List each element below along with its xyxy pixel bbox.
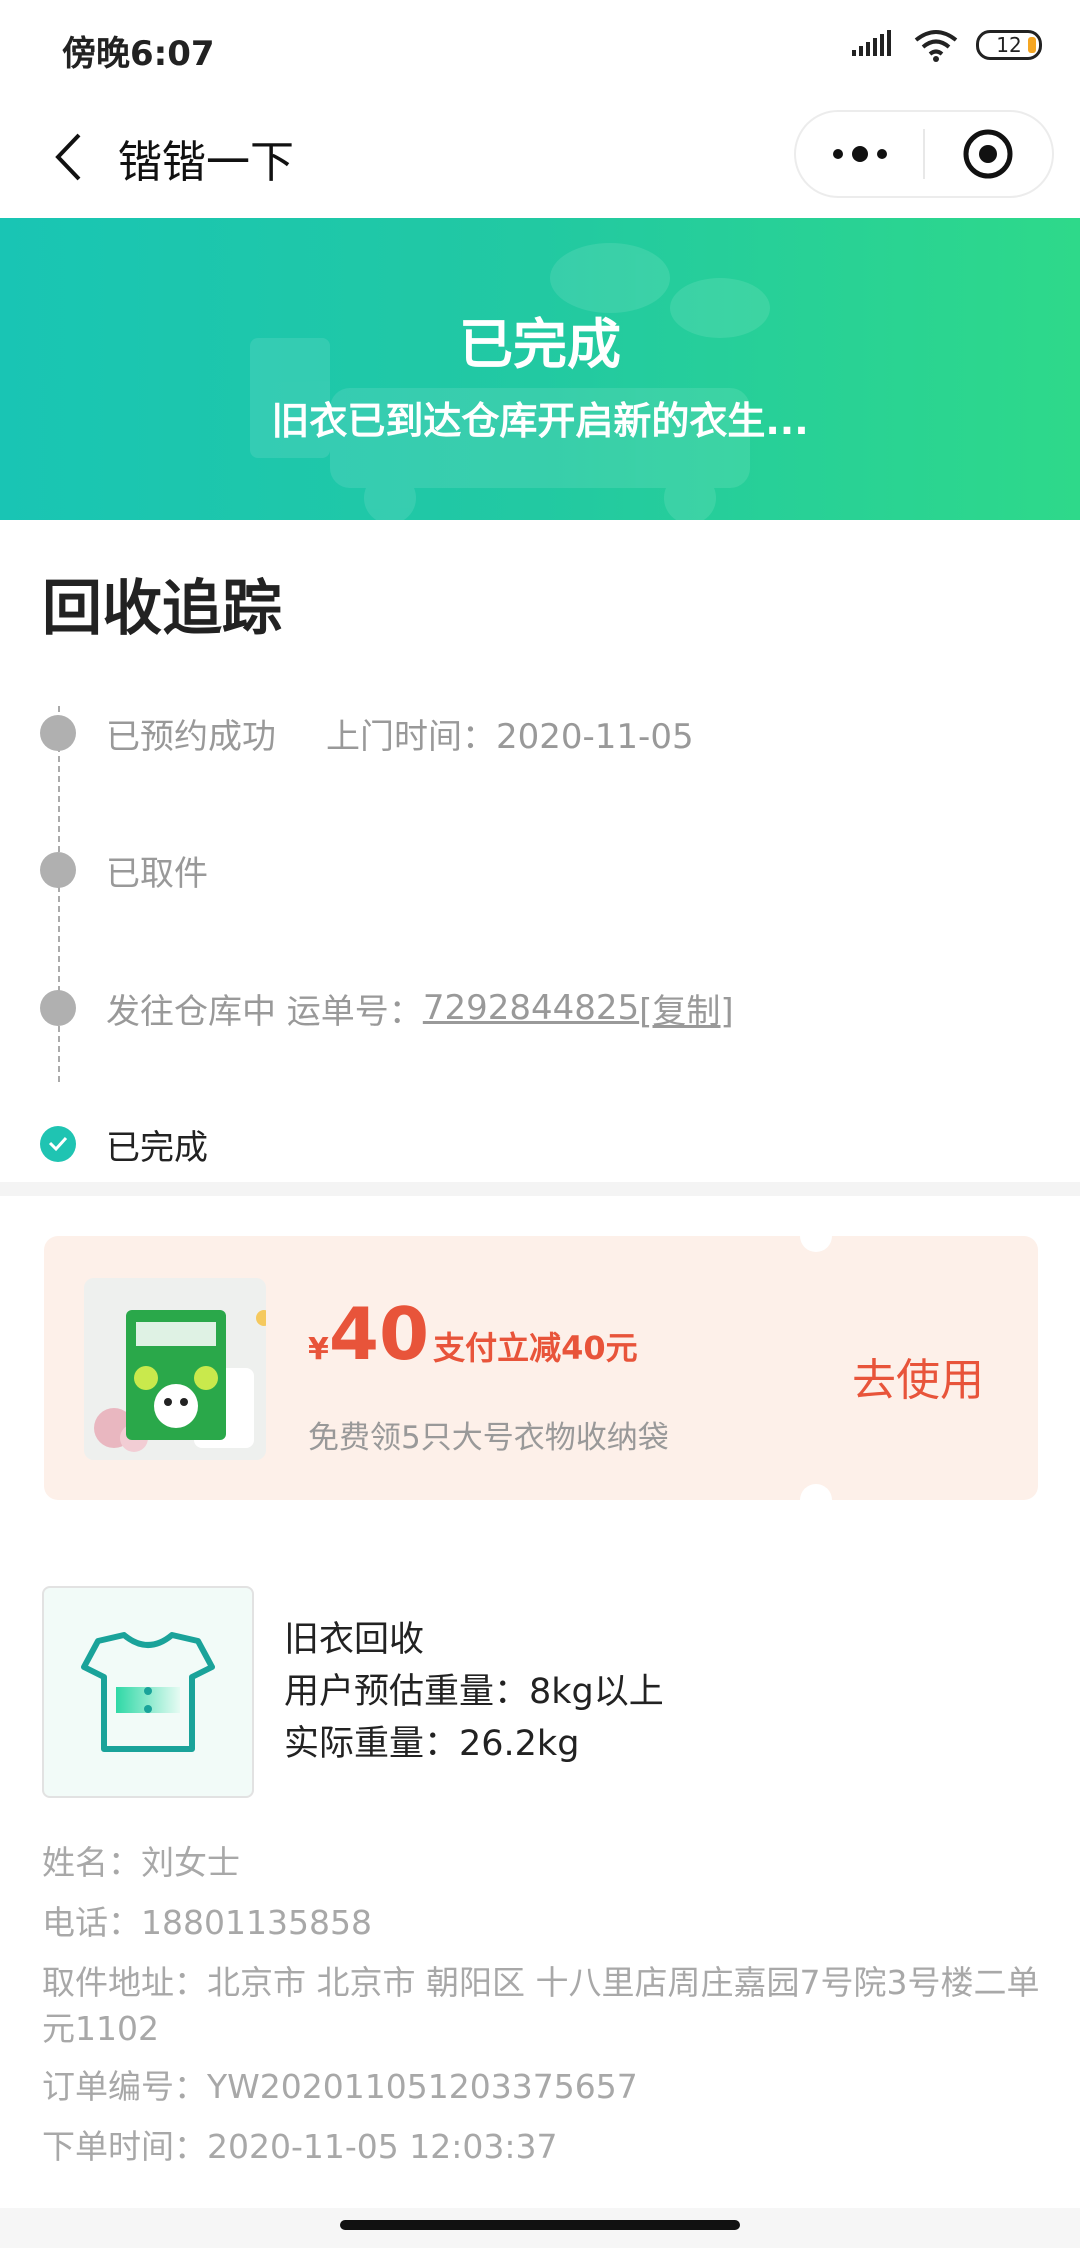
- step-label: 已取件: [106, 853, 208, 894]
- timeline-step: 发往仓库中 运单号： 7292844825 [复制]: [40, 978, 734, 1038]
- contact-name: 姓名：刘女士: [42, 1843, 240, 1882]
- order-summary: 旧衣回收 用户预估重量：8kg以上 实际重量：26.2kg: [284, 1614, 664, 1770]
- tracking-title: 回收追踪: [42, 574, 282, 644]
- coupon-notch: [800, 1484, 832, 1516]
- order-time: 下单时间：2020-11-05 12:03:37: [42, 2127, 558, 2166]
- coupon-description: 免费领5只大号衣物收纳袋: [308, 1420, 669, 1456]
- home-indicator[interactable]: [340, 2220, 740, 2230]
- timeline-step: 已取件: [40, 840, 208, 900]
- tracking-number-link[interactable]: 7292844825: [423, 988, 639, 1028]
- step-dot: [40, 990, 76, 1026]
- page-title: 锴锴一下: [118, 137, 294, 188]
- actual-weight: 实际重量：26.2kg: [284, 1724, 580, 1764]
- status-banner: 已完成 旧衣已到达仓库开启新的衣生...: [0, 218, 1080, 520]
- order-number: 订单编号：YW20201105120337565​7: [42, 2067, 638, 2106]
- check-circle-icon: [40, 1126, 76, 1162]
- status-time: 傍晚6:07: [62, 34, 215, 74]
- pickup-address: 取件地址：北京市 北京市 朝阳区 十八里店周庄嘉园7号院3号楼二单元1102: [42, 1963, 1040, 2048]
- step-dot: [40, 852, 76, 888]
- close-miniprogram-button[interactable]: [925, 112, 1052, 196]
- storage-bag-image: [84, 1278, 266, 1460]
- more-button[interactable]: [796, 112, 923, 196]
- currency-symbol: ¥: [308, 1332, 329, 1367]
- status-icons: 12: [852, 28, 1042, 62]
- coupon-price: ¥ 40 支付立减40元: [308, 1298, 638, 1370]
- timeline-step-current: 已完成: [40, 1114, 208, 1174]
- banner-subtitle: 旧衣已到达仓库开启新的衣生...: [271, 399, 809, 443]
- timeline-step: 已预约成功 上门时间：2020-11-05: [40, 703, 694, 763]
- more-dots-icon: [832, 146, 887, 162]
- pickup-time: 上门时间：2020-11-05: [326, 716, 694, 757]
- contact-phone: 电话：18801135858: [42, 1903, 372, 1942]
- chevron-left-icon: [55, 133, 81, 181]
- step-label: 已预约成功: [106, 716, 276, 757]
- order-type-icon-box: [42, 1586, 254, 1798]
- use-coupon-button[interactable]: 去使用: [852, 1344, 984, 1408]
- coupon-card[interactable]: ¥ 40 支付立减40元 免费领5只大号衣物收纳袋 去使用: [44, 1220, 1038, 1516]
- capsule-menu: [794, 110, 1054, 198]
- tracking-timeline: 已预约成功 上门时间：2020-11-05 已取件 发往仓库中 运单号： 729…: [0, 668, 1080, 1168]
- banner-title: 已完成: [459, 313, 621, 376]
- nav-bar: 锴锴一下: [0, 96, 1080, 218]
- copy-link[interactable]: [复制]: [639, 984, 734, 1033]
- battery-icon: 12: [976, 30, 1042, 60]
- section-divider: [0, 1182, 1080, 1196]
- product-image: [84, 1278, 266, 1460]
- back-button[interactable]: [40, 124, 96, 190]
- coupon-notch: [800, 1220, 832, 1252]
- target-icon: [963, 129, 1013, 179]
- wifi-icon: [914, 30, 958, 62]
- signal-icon: [852, 30, 891, 56]
- step-dot: [40, 715, 76, 751]
- estimated-weight: 用户预估重量：8kg以上: [284, 1672, 664, 1712]
- order-type: 旧衣回收: [284, 1620, 425, 1660]
- step-label: 发往仓库中 运单号：: [106, 991, 423, 1032]
- status-bar: 傍晚6:07 12: [0, 0, 1080, 96]
- coupon-amount: 40: [328, 1292, 430, 1376]
- shirt-icon: [81, 1632, 215, 1752]
- step-label: 已完成: [106, 1127, 208, 1168]
- coupon-amount-desc: 支付立减40元: [433, 1329, 638, 1367]
